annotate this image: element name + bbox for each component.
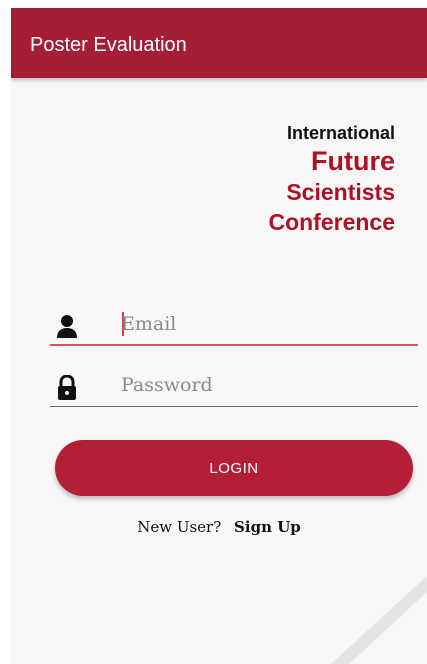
corner-watermark xyxy=(331,576,427,664)
app-screen: Poster Evaluation International Future S… xyxy=(11,8,427,664)
